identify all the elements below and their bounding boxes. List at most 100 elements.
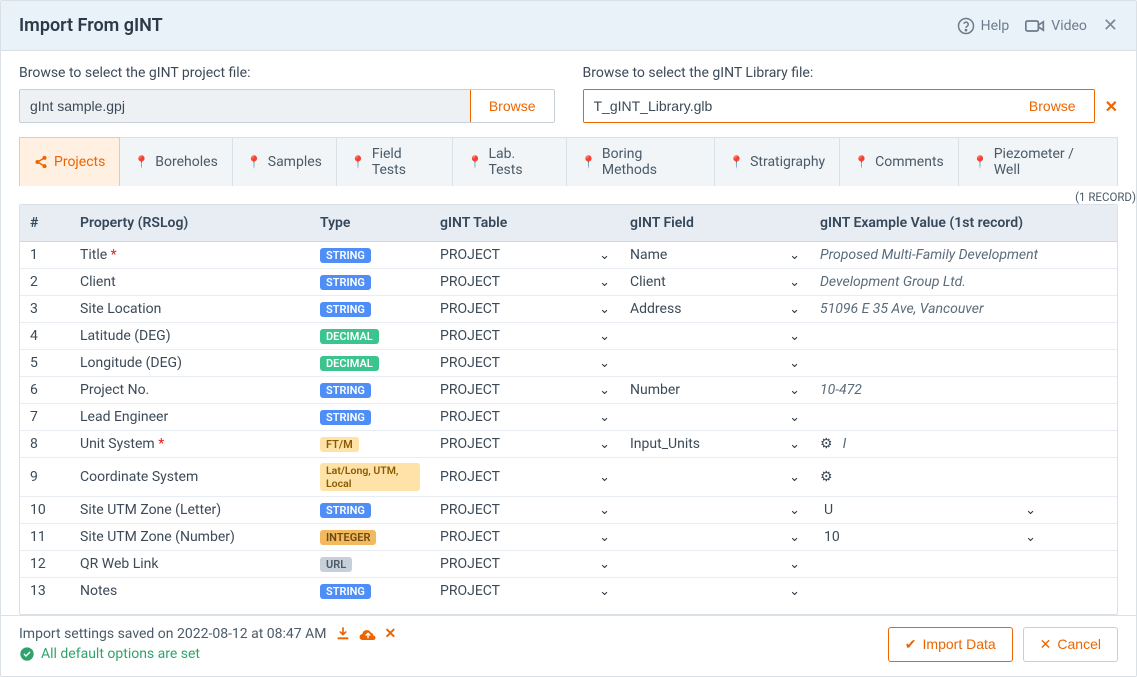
gint-field-value: Input_Units: [630, 436, 700, 452]
defaults-status: All default options are set: [19, 646, 396, 662]
gint-table-select[interactable]: PROJECT⌄: [430, 551, 620, 578]
example-value: 10-472: [820, 382, 862, 398]
mapping-table: # Property (RSLog) Type gINT Table gINT …: [19, 204, 1118, 615]
pin-icon: 📍: [854, 155, 869, 169]
gint-table-select[interactable]: PROJECT⌄: [430, 458, 620, 497]
gint-field-select[interactable]: Name⌄: [620, 242, 810, 269]
gint-table-select[interactable]: PROJECT ⌄: [430, 323, 620, 350]
gint-field-select[interactable]: Address⌄: [620, 296, 810, 323]
gint-table-value: PROJECT: [440, 502, 500, 518]
gear-icon[interactable]: ⚙: [820, 436, 833, 452]
gint-field-select[interactable]: ⌄: [620, 323, 810, 350]
property-cell: Client: [70, 269, 310, 296]
tab-piezometer-well[interactable]: 📍Piezometer / Well: [959, 137, 1118, 186]
gint-table-value: PROJECT: [440, 274, 500, 290]
project-file-input[interactable]: [20, 90, 471, 122]
example-value-cell: Development Group Ltd.: [810, 269, 1117, 296]
tab-projects[interactable]: Projects: [19, 137, 120, 186]
example-value-select[interactable]: U⌄: [810, 497, 1117, 524]
tab-boreholes[interactable]: 📍Boreholes: [120, 137, 232, 186]
type-badge: DECIMAL: [320, 329, 379, 344]
gint-field-select[interactable]: Input_Units⌄: [620, 431, 810, 458]
project-file-row: Browse: [19, 89, 555, 123]
gint-table-select[interactable]: PROJECT⌄: [430, 377, 620, 404]
cloud-upload-icon[interactable]: [359, 627, 377, 641]
example-value-cell: [810, 578, 1117, 605]
gear-icon[interactable]: ⚙: [820, 469, 833, 485]
property-cell: Project No.: [70, 377, 310, 404]
tab-field-tests[interactable]: 📍Field Tests: [337, 137, 454, 186]
example-value: Development Group Ltd.: [820, 274, 966, 290]
share-icon: [34, 155, 48, 169]
gint-field-select[interactable]: ⌄: [620, 404, 810, 431]
gint-table-value: PROJECT: [440, 529, 500, 545]
dialog-title: Import From gINT: [19, 15, 163, 36]
type-badge: DECIMAL: [320, 356, 379, 371]
type-cell: STRING: [310, 404, 430, 431]
type-cell: STRING: [310, 269, 430, 296]
property-cell: Site UTM Zone (Number): [70, 524, 310, 551]
table-row: 7Lead EngineerSTRINGPROJECT⌄⌄: [20, 404, 1117, 431]
library-file-input[interactable]: [584, 90, 1010, 122]
type-badge: URL: [320, 557, 352, 572]
chevron-down-icon: ⌄: [789, 248, 800, 263]
row-number: 10: [20, 497, 70, 524]
col-field: gINT Field: [620, 205, 810, 242]
gint-table-select[interactable]: PROJECT⌄: [430, 404, 620, 431]
type-badge: STRING: [320, 503, 371, 518]
type-badge: STRING: [320, 584, 371, 599]
gint-field-select[interactable]: ⌄: [620, 350, 810, 377]
cancel-button[interactable]: ✕ Cancel: [1023, 627, 1118, 662]
gint-field-select[interactable]: ⌄: [620, 578, 810, 605]
example-value-cell: [810, 551, 1117, 578]
close-icon[interactable]: ✕: [1103, 15, 1118, 36]
type-cell: FT/M: [310, 431, 430, 458]
example-value: Proposed Multi-Family Development: [820, 247, 1038, 263]
help-link[interactable]: Help: [957, 17, 1010, 35]
gint-table-select[interactable]: PROJECT⌄: [430, 296, 620, 323]
gint-table-select[interactable]: PROJECT⌄: [430, 431, 620, 458]
gint-table-select[interactable]: PROJECT⌄: [430, 524, 620, 551]
gint-table-value: PROJECT: [440, 469, 500, 485]
gint-field-select[interactable]: ⌄: [620, 458, 810, 497]
download-settings-icon[interactable]: [335, 626, 351, 642]
tab-label: Comments: [875, 154, 944, 170]
tab-boring-methods[interactable]: 📍Boring Methods: [567, 137, 715, 186]
tab-comments[interactable]: 📍 Comments: [840, 137, 959, 186]
gint-field-select[interactable]: ⌄: [620, 524, 810, 551]
type-badge: STRING: [320, 248, 371, 263]
tab-stratigraphy[interactable]: 📍Stratigraphy: [715, 137, 840, 186]
gint-field-select[interactable]: Client⌄: [620, 269, 810, 296]
tab-lab-tests[interactable]: 📍Lab. Tests: [453, 137, 566, 186]
gint-field-select[interactable]: Number⌄: [620, 377, 810, 404]
defaults-text: All default options are set: [41, 646, 200, 662]
video-link[interactable]: Video: [1025, 18, 1087, 34]
import-data-button[interactable]: ✔ Import Data: [888, 627, 1013, 662]
chevron-down-icon: ⌄: [599, 329, 610, 344]
gint-table-select[interactable]: PROJECT⌄: [430, 497, 620, 524]
gint-field-select[interactable]: ⌄: [620, 551, 810, 578]
table-row: 12QR Web LinkURLPROJECT⌄⌄: [20, 551, 1117, 578]
saved-settings-text: Import settings saved on 2022-08-12 at 0…: [19, 626, 327, 642]
chevron-down-icon: ⌄: [599, 356, 610, 371]
table-row: 10Site UTM Zone (Letter)STRINGPROJECT⌄⌄U…: [20, 497, 1117, 524]
property-cell: Latitude (DEG): [70, 323, 310, 350]
tab-samples[interactable]: 📍Samples: [233, 137, 337, 186]
gint-field-select[interactable]: ⌄: [620, 497, 810, 524]
gint-field-value: Client: [630, 274, 666, 290]
gint-table-select[interactable]: PROJECT⌄: [430, 242, 620, 269]
row-number: 4: [20, 323, 70, 350]
table-row: 2ClientSTRINGPROJECT⌄Client⌄Development …: [20, 269, 1117, 296]
clear-settings-icon[interactable]: ✕: [385, 626, 397, 642]
gint-table-select[interactable]: PROJECT⌄: [430, 350, 620, 377]
library-browse-button[interactable]: Browse: [1010, 90, 1094, 122]
row-number: 7: [20, 404, 70, 431]
gint-table-select[interactable]: PROJECT⌄: [430, 578, 620, 605]
gint-table-select[interactable]: PROJECT⌄: [430, 269, 620, 296]
row-number: 11: [20, 524, 70, 551]
gint-table-value: PROJECT: [440, 328, 500, 344]
project-browse-button[interactable]: Browse: [470, 89, 555, 123]
example-value-select[interactable]: 10⌄: [810, 524, 1117, 551]
property-cell: Longitude (DEG): [70, 350, 310, 377]
clear-library-icon[interactable]: ✕: [1105, 97, 1118, 116]
